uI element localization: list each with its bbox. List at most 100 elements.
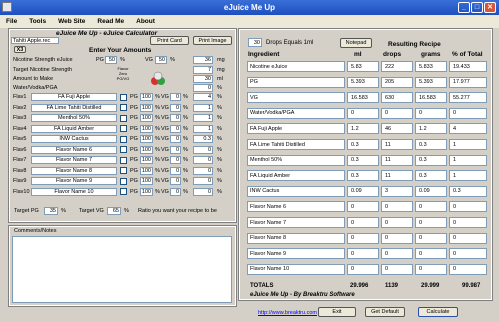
close-icon[interactable]: ✕ bbox=[484, 2, 496, 13]
flavor-vg-input[interactable]: 0 bbox=[170, 145, 181, 154]
comments-textarea[interactable] bbox=[12, 236, 232, 303]
target-vg-input[interactable]: 65 bbox=[107, 207, 121, 215]
flavor-vg-input[interactable]: 0 bbox=[170, 124, 181, 133]
flavor-zero-checkbox[interactable] bbox=[120, 188, 127, 195]
amount-input[interactable]: 30 bbox=[193, 75, 213, 83]
result-ingredient: Flavor Name 10 bbox=[247, 263, 345, 275]
website-link[interactable]: http://www.breaktru.com bbox=[258, 310, 317, 316]
flavor-vg-input[interactable]: 0 bbox=[170, 93, 181, 101]
flavor-pct-input[interactable]: 0.3 bbox=[193, 135, 213, 143]
target-vg-pct: % bbox=[124, 208, 129, 214]
flavor-zero-checkbox[interactable] bbox=[120, 125, 127, 132]
flavor-zero-checkbox[interactable] bbox=[120, 135, 127, 143]
col-ingredient: Ingredient bbox=[248, 51, 280, 58]
flavor-vg-input[interactable]: 0 bbox=[170, 156, 181, 164]
flavor-pct-input[interactable]: 0 bbox=[193, 177, 213, 185]
flavor-zero-checkbox[interactable] bbox=[120, 93, 127, 101]
flavor-pct-input[interactable]: 0 bbox=[193, 166, 213, 175]
flavor-vg-input[interactable]: 0 bbox=[170, 187, 181, 196]
flavor-pct-input[interactable]: 1 bbox=[193, 114, 213, 122]
flavor-pg-input[interactable]: 100 bbox=[140, 114, 153, 122]
result-drops: 3 bbox=[381, 185, 413, 197]
notepad-button[interactable]: Notepad bbox=[340, 38, 372, 48]
calculate-button[interactable]: Calculate bbox=[418, 307, 458, 317]
flavor-pct-unit: % bbox=[217, 136, 222, 142]
flavor-pg-input[interactable]: 100 bbox=[140, 187, 153, 196]
target-nic-input[interactable]: 7 bbox=[193, 66, 213, 74]
flavor-vg-input[interactable]: 0 bbox=[170, 103, 181, 112]
result-ingredient: Nicotine eJuice bbox=[247, 61, 345, 72]
flavor-name-input[interactable]: INW Cactus bbox=[31, 135, 117, 143]
nic-strength-input[interactable]: 36 bbox=[193, 56, 213, 64]
flavor-pg-input[interactable]: 100 bbox=[140, 124, 153, 133]
water-unit: % bbox=[217, 85, 222, 91]
flavor-vg-input[interactable]: 0 bbox=[170, 166, 181, 175]
flavor-zero-checkbox[interactable] bbox=[120, 156, 127, 164]
flavor-pct-input[interactable]: 0 bbox=[193, 145, 213, 154]
flavor-name-input[interactable]: Flavor Name 6 bbox=[31, 145, 117, 154]
result-grams: 5.393 bbox=[415, 76, 447, 88]
result-ml: 0 bbox=[347, 201, 379, 213]
flavor-name-input[interactable]: Flavor Name 8 bbox=[31, 166, 117, 175]
flavor-name-input[interactable]: FA Lime Tahiti Distilled bbox=[31, 103, 117, 112]
flavor-pg-label: PG bbox=[130, 115, 138, 121]
flavor-name-input[interactable]: FA Liquid Amber bbox=[31, 124, 117, 133]
result-drops: 0 bbox=[381, 263, 413, 275]
flavor-id-label: Flav1 bbox=[13, 94, 27, 100]
x3-button[interactable]: X3 bbox=[14, 46, 26, 53]
flavor-name-input[interactable]: Menthol 50% bbox=[31, 114, 117, 122]
menu-read-me[interactable]: Read Me bbox=[97, 18, 124, 25]
flavor-pg-input[interactable]: 100 bbox=[140, 145, 153, 154]
flavor-vg-label: VG bbox=[161, 188, 169, 195]
flavor-id-label: Flav3 bbox=[13, 115, 27, 121]
flavor-zero-checkbox[interactable] bbox=[120, 146, 127, 153]
recipe-name-field[interactable]: Tahiti Apple.rec bbox=[11, 37, 59, 44]
menu-tools[interactable]: Tools bbox=[29, 18, 46, 25]
print-card-button[interactable]: Print Card bbox=[150, 36, 189, 45]
flavor-pg-pct: % bbox=[155, 188, 160, 195]
nic-pg-input[interactable]: 50 bbox=[105, 56, 117, 64]
flavor-zero-checkbox[interactable] bbox=[120, 167, 127, 174]
result-drops: 46 bbox=[381, 123, 413, 135]
print-image-button[interactable]: Print Image bbox=[193, 36, 232, 45]
flavor-pct-input[interactable]: 4 bbox=[193, 93, 213, 101]
flavor-pct-input[interactable]: 0 bbox=[193, 187, 213, 196]
app-icon bbox=[2, 2, 12, 12]
flavor-pg-input[interactable]: 100 bbox=[140, 103, 153, 112]
col-pct: % of Total bbox=[452, 51, 483, 58]
menu-about[interactable]: About bbox=[136, 18, 155, 25]
flavor-pg-input[interactable]: 100 bbox=[140, 93, 153, 101]
flavor-vg-input[interactable]: 0 bbox=[170, 177, 181, 185]
flavor-vg-pct: % bbox=[183, 157, 188, 163]
flavor-vg-input[interactable]: 0 bbox=[170, 135, 181, 143]
flavor-pg-input[interactable]: 100 bbox=[140, 166, 153, 175]
flavor-vg-input[interactable]: 0 bbox=[170, 114, 181, 122]
maximize-icon[interactable]: □ bbox=[471, 2, 483, 13]
get-default-button[interactable]: Get Default bbox=[365, 307, 405, 317]
flavor-pct-input[interactable]: 0 bbox=[193, 156, 213, 164]
flavor-pg-input[interactable]: 100 bbox=[140, 135, 153, 143]
flavor-zero-checkbox[interactable] bbox=[120, 177, 127, 185]
flavor-zero-label: Flavor Zero PG/VG bbox=[116, 66, 130, 81]
result-ml: 5.393 bbox=[347, 76, 379, 88]
menu-file[interactable]: File bbox=[6, 18, 17, 25]
flavor-pg-input[interactable]: 100 bbox=[140, 156, 153, 164]
nic-vg-input[interactable]: 50 bbox=[155, 56, 167, 64]
water-input[interactable]: 0 bbox=[193, 84, 213, 92]
minimize-icon[interactable]: _ bbox=[458, 2, 470, 13]
flavor-pct-input[interactable]: 1 bbox=[193, 124, 213, 133]
drops-input[interactable]: 30 bbox=[248, 38, 262, 47]
flavor-name-input[interactable]: Flavor Name 7 bbox=[31, 156, 117, 164]
flavor-name-input[interactable]: Flavor Name 9 bbox=[31, 177, 117, 185]
target-pg-input[interactable]: 35 bbox=[44, 207, 58, 215]
flavor-zero-checkbox[interactable] bbox=[120, 114, 127, 122]
flavor-pct-input[interactable]: 1 bbox=[193, 103, 213, 112]
menu-web-site[interactable]: Web Site bbox=[58, 18, 85, 25]
flavor-zero-checkbox[interactable] bbox=[120, 104, 127, 111]
flavor-name-input[interactable]: Flavor Name 10 bbox=[31, 187, 117, 196]
exit-button[interactable]: Exit bbox=[318, 307, 356, 317]
flavor-name-input[interactable]: FA Fuji Apple bbox=[31, 93, 117, 101]
result-drops: 0 bbox=[381, 107, 413, 119]
flask-icon bbox=[151, 71, 165, 85]
flavor-pg-input[interactable]: 100 bbox=[140, 177, 153, 185]
